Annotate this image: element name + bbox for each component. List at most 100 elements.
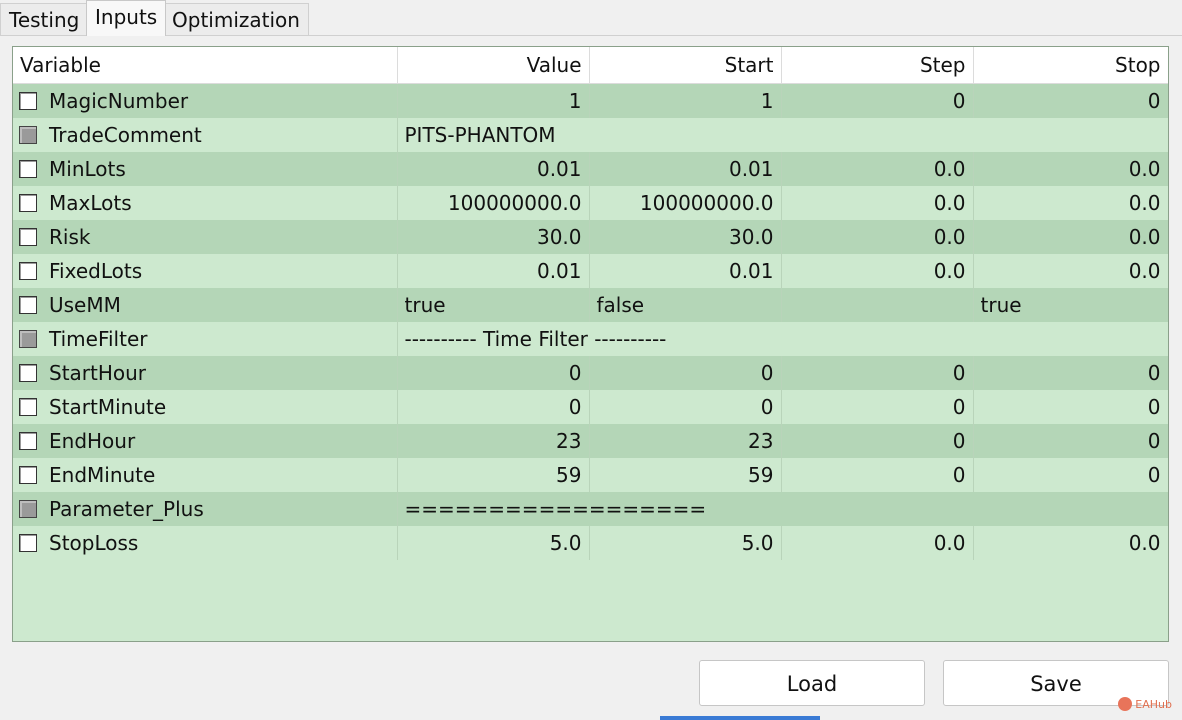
stop-cell[interactable]: 0 bbox=[973, 457, 1168, 492]
optimize-checkbox[interactable] bbox=[19, 397, 37, 416]
value-cell[interactable]: PITS-PHANTOM bbox=[397, 117, 1168, 152]
value-cell[interactable]: ---------- Time Filter ---------- bbox=[397, 321, 1168, 356]
step-cell[interactable]: 0 bbox=[781, 83, 974, 118]
optimize-checkbox[interactable] bbox=[19, 329, 37, 348]
value-cell[interactable]: 1 bbox=[397, 83, 590, 118]
optimize-checkbox[interactable] bbox=[19, 193, 37, 212]
stop-cell[interactable]: 0.0 bbox=[973, 185, 1168, 220]
optimize-checkbox[interactable] bbox=[19, 261, 37, 280]
start-cell[interactable]: 0 bbox=[589, 355, 782, 390]
stop-cell[interactable]: 0 bbox=[973, 389, 1168, 424]
watermark-text: EAHub bbox=[1135, 697, 1172, 711]
value-cell[interactable]: 23 bbox=[397, 423, 590, 458]
table-row[interactable]: StartHour 0 0 0 0 bbox=[13, 355, 1168, 390]
table-row[interactable]: MinLots 0.01 0.01 0.0 0.0 bbox=[13, 151, 1168, 186]
optimize-checkbox[interactable] bbox=[19, 465, 37, 484]
stop-cell[interactable]: 0 bbox=[973, 83, 1168, 118]
optimize-checkbox[interactable] bbox=[19, 159, 37, 178]
variable-name: Parameter_Plus bbox=[49, 496, 204, 521]
table-row[interactable]: Parameter_Plus ================== bbox=[13, 491, 1168, 526]
stop-cell[interactable]: true bbox=[973, 287, 1168, 322]
variable-name: StartMinute bbox=[49, 394, 167, 419]
table-row[interactable]: Risk 30.0 30.0 0.0 0.0 bbox=[13, 219, 1168, 254]
variable-cell: UseMM bbox=[13, 287, 398, 322]
stop-cell[interactable]: 0.0 bbox=[973, 151, 1168, 186]
step-cell[interactable]: 0.0 bbox=[781, 185, 974, 220]
value-cell[interactable]: 30.0 bbox=[397, 219, 590, 254]
column-header-value[interactable]: Value bbox=[397, 47, 590, 84]
table-row[interactable]: EndMinute 59 59 0 0 bbox=[13, 457, 1168, 492]
start-cell[interactable]: 0.01 bbox=[589, 253, 782, 288]
table-row[interactable]: EndHour 23 23 0 0 bbox=[13, 423, 1168, 458]
optimize-checkbox[interactable] bbox=[19, 533, 37, 552]
stop-cell[interactable]: 0.0 bbox=[973, 253, 1168, 288]
table-row[interactable]: TradeComment PITS-PHANTOM bbox=[13, 117, 1168, 152]
optimize-checkbox[interactable] bbox=[19, 499, 37, 518]
start-cell[interactable]: 5.0 bbox=[589, 525, 782, 560]
stop-cell[interactable]: 0.0 bbox=[973, 219, 1168, 254]
variable-cell: EndHour bbox=[13, 423, 398, 458]
optimize-checkbox[interactable] bbox=[19, 295, 37, 314]
step-cell[interactable]: 0 bbox=[781, 389, 974, 424]
variable-cell: StartMinute bbox=[13, 389, 398, 424]
value-cell[interactable]: 59 bbox=[397, 457, 590, 492]
step-cell[interactable]: 0.0 bbox=[781, 151, 974, 186]
value-cell[interactable]: true bbox=[397, 287, 590, 322]
step-cell[interactable]: 0.0 bbox=[781, 525, 974, 560]
table-row[interactable]: MaxLots 100000000.0 100000000.0 0.0 0.0 bbox=[13, 185, 1168, 220]
load-button[interactable]: Load bbox=[699, 660, 925, 706]
table-row[interactable]: TimeFilter ---------- Time Filter -------… bbox=[13, 321, 1168, 356]
step-cell[interactable] bbox=[781, 287, 974, 322]
column-header-variable[interactable]: Variable bbox=[13, 47, 398, 84]
value-cell[interactable]: ================== bbox=[397, 491, 1168, 526]
step-cell[interactable]: 0 bbox=[781, 457, 974, 492]
watermark-logo-icon bbox=[1118, 697, 1133, 711]
start-cell[interactable]: 1 bbox=[589, 83, 782, 118]
value-cell[interactable]: 0 bbox=[397, 355, 590, 390]
tab-inputs[interactable]: Inputs bbox=[86, 0, 167, 36]
inputs-table: Variable Value Start Step Stop MagicNumb… bbox=[13, 47, 1168, 560]
optimize-checkbox[interactable] bbox=[19, 91, 37, 110]
variable-cell: TradeComment bbox=[13, 117, 398, 152]
table-row[interactable]: StartMinute 0 0 0 0 bbox=[13, 389, 1168, 424]
variable-name: TimeFilter bbox=[49, 326, 148, 351]
start-cell[interactable]: 0.01 bbox=[589, 151, 782, 186]
tab-optimization[interactable]: Optimization bbox=[163, 3, 309, 35]
optimize-checkbox[interactable] bbox=[19, 363, 37, 382]
start-cell[interactable]: 23 bbox=[589, 423, 782, 458]
variable-cell: EndMinute bbox=[13, 457, 398, 492]
table-row[interactable]: StopLoss 5.0 5.0 0.0 0.0 bbox=[13, 525, 1168, 560]
start-cell[interactable]: 100000000.0 bbox=[589, 185, 782, 220]
variable-name: TradeComment bbox=[49, 122, 202, 147]
column-header-start[interactable]: Start bbox=[589, 47, 782, 84]
stop-cell[interactable]: 0 bbox=[973, 355, 1168, 390]
optimize-checkbox[interactable] bbox=[19, 125, 37, 144]
value-cell[interactable]: 100000000.0 bbox=[397, 185, 590, 220]
start-cell[interactable]: false bbox=[589, 287, 782, 322]
optimize-checkbox[interactable] bbox=[19, 431, 37, 450]
variable-cell: FixedLots bbox=[13, 253, 398, 288]
value-cell[interactable]: 0 bbox=[397, 389, 590, 424]
start-cell[interactable]: 59 bbox=[589, 457, 782, 492]
step-cell[interactable]: 0 bbox=[781, 355, 974, 390]
value-cell[interactable]: 5.0 bbox=[397, 525, 590, 560]
step-cell[interactable]: 0 bbox=[781, 423, 974, 458]
value-cell[interactable]: 0.01 bbox=[397, 151, 590, 186]
stop-cell[interactable]: 0 bbox=[973, 423, 1168, 458]
column-header-stop[interactable]: Stop bbox=[973, 47, 1168, 84]
inputs-grid[interactable]: Variable Value Start Step Stop MagicNumb… bbox=[12, 46, 1169, 642]
stop-cell[interactable]: 0.0 bbox=[973, 525, 1168, 560]
variable-cell: TimeFilter bbox=[13, 321, 398, 356]
column-header-step[interactable]: Step bbox=[781, 47, 974, 84]
table-row[interactable]: FixedLots 0.01 0.01 0.0 0.0 bbox=[13, 253, 1168, 288]
table-row[interactable]: MagicNumber 1 1 0 0 bbox=[13, 83, 1168, 118]
value-cell[interactable]: 0.01 bbox=[397, 253, 590, 288]
tab-testing[interactable]: Testing bbox=[0, 3, 89, 35]
step-cell[interactable]: 0.0 bbox=[781, 253, 974, 288]
start-cell[interactable]: 0 bbox=[589, 389, 782, 424]
step-cell[interactable]: 0.0 bbox=[781, 219, 974, 254]
table-row[interactable]: UseMM true false true bbox=[13, 287, 1168, 322]
optimize-checkbox[interactable] bbox=[19, 227, 37, 246]
start-cell[interactable]: 30.0 bbox=[589, 219, 782, 254]
watermark: EAHub bbox=[1118, 697, 1172, 711]
